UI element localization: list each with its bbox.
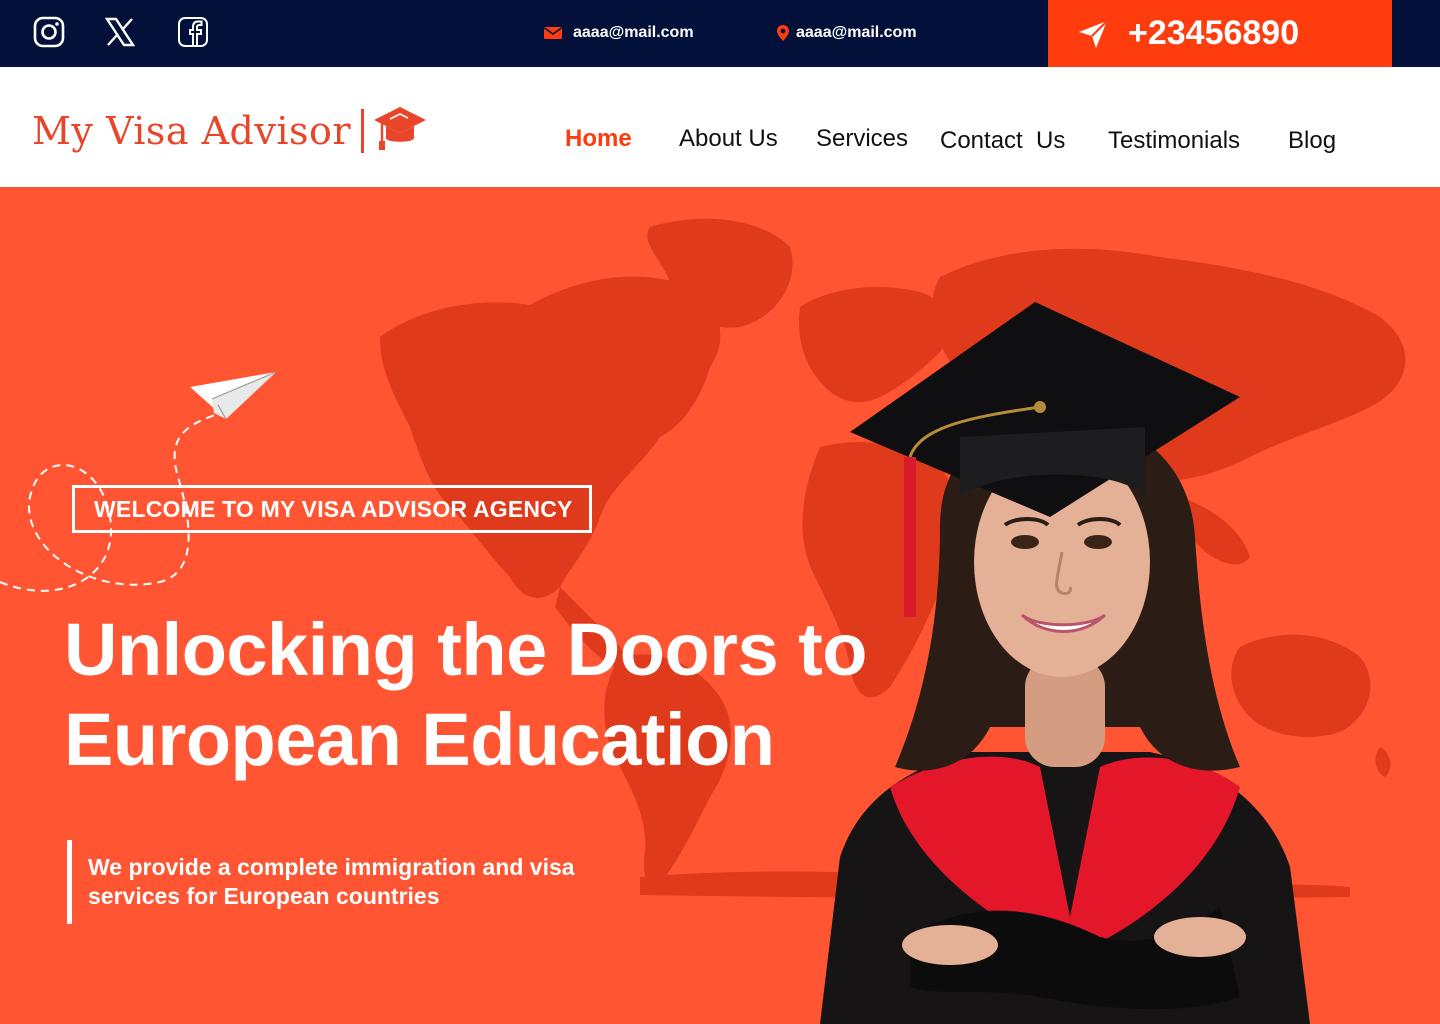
location-contact[interactable]: aaaa@mail.com [776, 24, 917, 42]
paper-plane-icon [190, 371, 277, 420]
nav-contact-us[interactable]: Contact Us [940, 127, 1065, 155]
nav-testimonials[interactable]: Testimonials [1108, 127, 1240, 155]
phone-number: +23456890 [1128, 14, 1300, 52]
paper-plane-decoration [0, 371, 277, 592]
welcome-badge: WELCOME TO MY VISA ADVISOR AGENCY [72, 485, 592, 533]
mail-icon [544, 27, 562, 39]
location-pin-icon [777, 25, 789, 41]
hero-section: WELCOME TO MY VISA ADVISOR AGENCY Unlock… [0, 187, 1440, 1024]
hero-subtext: We provide a complete immigration and vi… [67, 840, 588, 924]
x-twitter-icon[interactable] [102, 14, 138, 50]
nav-about-us[interactable]: About Us [679, 125, 778, 153]
email-contact[interactable]: aaaa@mail.com [543, 24, 694, 42]
email-text: aaaa@mail.com [573, 24, 694, 41]
brand-name: My Visa Advisor [32, 108, 352, 153]
location-text: aaaa@mail.com [796, 24, 917, 41]
hero-subtext-text: We provide a complete immigration and vi… [88, 854, 575, 909]
nav-services[interactable]: Services [816, 125, 908, 153]
graduate-student-image [820, 302, 1310, 1024]
phone-button[interactable]: +23456890 [1048, 0, 1392, 67]
graduation-cap-icon [372, 103, 428, 158]
top-bar: aaaa@mail.com aaaa@mail.com +23456890 [0, 0, 1440, 67]
welcome-badge-text: WELCOME TO MY VISA ADVISOR AGENCY [94, 495, 573, 522]
logo-divider [361, 108, 365, 153]
send-icon [1079, 19, 1108, 48]
main-nav: My Visa Advisor Home About Us Services C… [0, 67, 1440, 187]
instagram-icon[interactable] [31, 14, 67, 50]
nav-home[interactable]: Home [565, 125, 632, 153]
brand-logo[interactable]: My Visa Advisor [32, 103, 428, 158]
nav-blog[interactable]: Blog [1288, 127, 1336, 155]
facebook-icon[interactable] [175, 14, 211, 50]
